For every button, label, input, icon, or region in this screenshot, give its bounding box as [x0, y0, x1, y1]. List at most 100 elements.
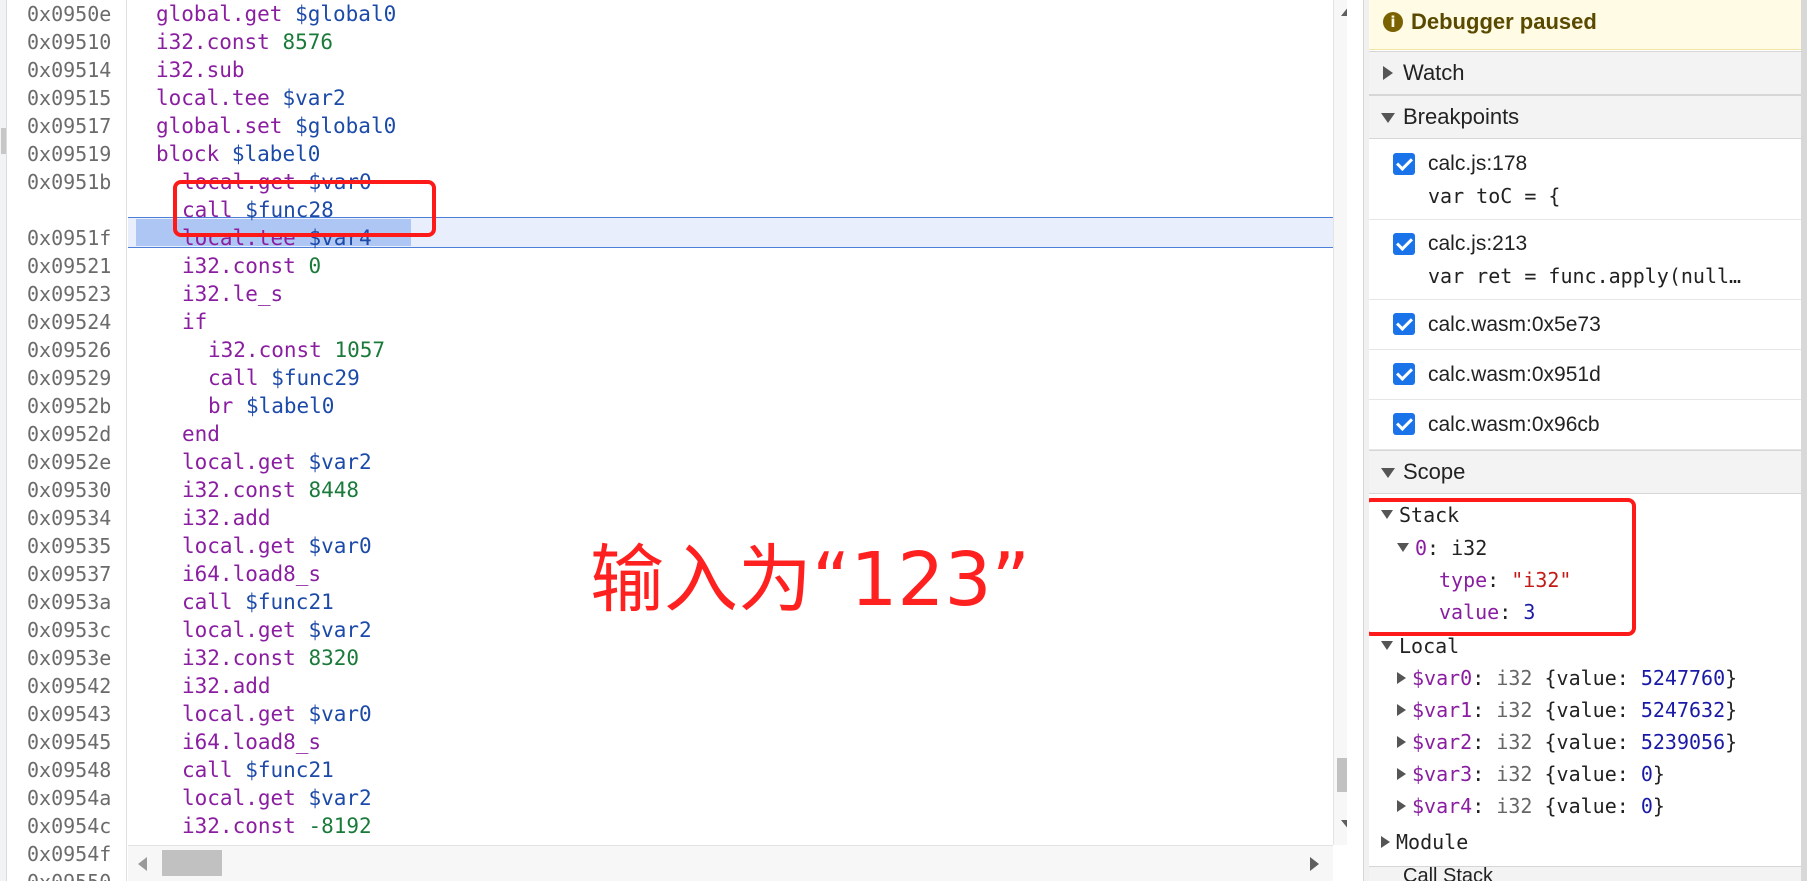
line-number[interactable]: 0x09510 — [7, 28, 127, 56]
local-variable[interactable]: $var2: i32 {value: 5239056} — [1397, 728, 1737, 756]
breakpoint-checkbox[interactable] — [1393, 363, 1415, 385]
line-number[interactable]: 0x09543 — [7, 700, 127, 728]
line-number[interactable]: 0x09542 — [7, 672, 127, 700]
code-line[interactable]: i32.const 1057 — [128, 336, 1333, 364]
line-number[interactable]: 0x09517 — [7, 112, 127, 140]
breakpoint-code: var ret = func.apply(null… — [1428, 264, 1742, 288]
line-number[interactable]: 0x0952e — [7, 448, 127, 476]
scroll-right-arrow-icon[interactable] — [1310, 857, 1319, 871]
breakpoint-checkbox[interactable] — [1393, 153, 1415, 175]
line-number[interactable]: 0x0952b — [7, 392, 127, 420]
local-label: Local — [1399, 634, 1460, 658]
debugger-sidebar: i Debugger paused Watch Breakpoints calc… — [1369, 0, 1807, 881]
code-line[interactable]: i32.const 8448 — [128, 476, 1333, 504]
code-line[interactable]: local.get $var2 — [128, 784, 1333, 812]
scope-module-node[interactable]: Module — [1381, 828, 1468, 856]
code-line[interactable]: i32.const 0 — [128, 252, 1333, 280]
line-number[interactable]: 0x09530 — [7, 476, 127, 504]
code-line[interactable]: br $label0 — [128, 392, 1333, 420]
code-line[interactable]: i32.le_s — [128, 280, 1333, 308]
scope-local-node[interactable]: Local — [1381, 632, 1459, 660]
line-number[interactable]: 0x0954c — [7, 812, 127, 840]
breakpoints-section-header[interactable]: Breakpoints — [1369, 95, 1801, 139]
code-line[interactable]: i64.load8_s — [128, 728, 1333, 756]
line-number[interactable]: 0x0951b — [7, 168, 127, 196]
local-variable[interactable]: $var4: i32 {value: 0} — [1397, 792, 1665, 820]
line-number[interactable]: 0x09523 — [7, 280, 127, 308]
line-number[interactable]: 0x09526 — [7, 336, 127, 364]
scroll-up-arrow-icon[interactable] — [1341, 6, 1347, 16]
instruction: i32.const — [156, 30, 270, 54]
line-number-breakpoint[interactable]: 0x0951d — [7, 196, 127, 224]
code-line[interactable]: local.get $var2 — [128, 448, 1333, 476]
call-stack-section-header[interactable]: Call Stack — [1369, 865, 1801, 881]
code-line[interactable]: block $label0 — [128, 140, 1333, 168]
line-number[interactable]: 0x09514 — [7, 56, 127, 84]
line-number[interactable]: 0x09521 — [7, 252, 127, 280]
scope-section-header[interactable]: Scope — [1369, 450, 1801, 494]
watch-section-header[interactable]: Watch — [1369, 51, 1801, 95]
line-number[interactable]: 0x09515 — [7, 84, 127, 112]
annotation-box-stack — [1369, 498, 1636, 636]
code-line[interactable]: i32.sub — [128, 56, 1333, 84]
code-line[interactable]: call $func21 — [128, 756, 1333, 784]
breakpoint-location: calc.wasm:0x951d — [1428, 363, 1601, 386]
line-number[interactable]: 0x0950e — [7, 0, 127, 28]
code-line[interactable]: i32.const 8576 — [128, 28, 1333, 56]
breakpoint-item[interactable]: calc.wasm:0x951d — [1369, 350, 1801, 400]
breakpoint-checkbox[interactable] — [1393, 413, 1415, 435]
instruction: i32.const — [182, 478, 296, 502]
line-number[interactable]: 0x09534 — [7, 504, 127, 532]
code-line[interactable]: call $func29 — [128, 364, 1333, 392]
code-line[interactable]: if — [128, 308, 1333, 336]
line-number[interactable]: 0x0953a — [7, 588, 127, 616]
operand: $var2 — [308, 618, 372, 642]
line-number[interactable]: 0x09548 — [7, 756, 127, 784]
line-number-gutter[interactable]: 0x0950e 0x09510 0x09514 0x09515 0x09517 0x095… — [7, 0, 127, 881]
line-number[interactable]: 0x09550 — [7, 868, 127, 881]
scroll-left-arrow-icon[interactable] — [138, 857, 147, 871]
line-number[interactable]: 0x09519 — [7, 140, 127, 168]
variable-value: 5247632 — [1640, 698, 1726, 722]
breakpoint-item[interactable]: calc.js:213 var ret = func.apply(null… — [1369, 220, 1801, 300]
local-variable[interactable]: $var1: i32 {value: 5247632} — [1397, 696, 1737, 724]
local-variable[interactable]: $var0: i32 {value: 5247760} — [1397, 664, 1737, 692]
left-panel-grip[interactable] — [1, 128, 6, 154]
line-number[interactable]: 0x09545 — [7, 728, 127, 756]
line-number[interactable]: 0x0953c — [7, 616, 127, 644]
vertical-scroll-thumb[interactable] — [1337, 758, 1347, 792]
code-line[interactable]: i32.const -8192 — [128, 812, 1333, 840]
code-line[interactable]: end — [128, 420, 1333, 448]
breakpoint-checkbox[interactable] — [1393, 313, 1415, 335]
line-number[interactable]: 0x0952d — [7, 420, 127, 448]
instruction: local.get — [182, 618, 296, 642]
breakpoint-item[interactable]: calc.wasm:0x5e73 — [1369, 300, 1801, 350]
code-line[interactable]: local.get $var0 — [128, 700, 1333, 728]
watch-label: Watch — [1403, 60, 1465, 85]
line-number[interactable]: 0x0953e — [7, 644, 127, 672]
code-line[interactable]: global.set $global0 — [128, 112, 1333, 140]
code-line[interactable]: local.tee $var2 — [128, 84, 1333, 112]
line-number[interactable]: 0x09537 — [7, 560, 127, 588]
horizontal-scrollbar[interactable] — [128, 845, 1333, 881]
line-number[interactable]: 0x09535 — [7, 532, 127, 560]
horizontal-scroll-thumb[interactable] — [162, 850, 222, 876]
scroll-down-arrow-icon[interactable] — [1341, 820, 1347, 830]
line-number[interactable]: 0x0951f — [7, 224, 127, 252]
code-line[interactable]: i32.add — [128, 504, 1333, 532]
code-line[interactable]: global.get $global0 — [128, 0, 1333, 28]
line-number[interactable]: 0x09529 — [7, 364, 127, 392]
vertical-scrollbar[interactable] — [1333, 0, 1347, 845]
line-number[interactable]: 0x0954a — [7, 784, 127, 812]
local-variable[interactable]: $var3: i32 {value: 0} — [1397, 760, 1665, 788]
breakpoint-checkbox[interactable] — [1393, 233, 1415, 255]
line-number[interactable]: 0x09524 — [7, 308, 127, 336]
breakpoint-item[interactable]: calc.js:178 var toC = { — [1369, 140, 1801, 220]
operand: $var0 — [308, 534, 372, 558]
code-line[interactable]: i32.add — [128, 672, 1333, 700]
left-panel-edge[interactable] — [0, 0, 7, 881]
line-number[interactable]: 0x0954f — [7, 840, 127, 868]
variable-type: i32 — [1496, 794, 1533, 818]
breakpoint-item[interactable]: calc.wasm:0x96cb — [1369, 400, 1801, 450]
code-line[interactable]: i32.const 8320 — [128, 644, 1333, 672]
